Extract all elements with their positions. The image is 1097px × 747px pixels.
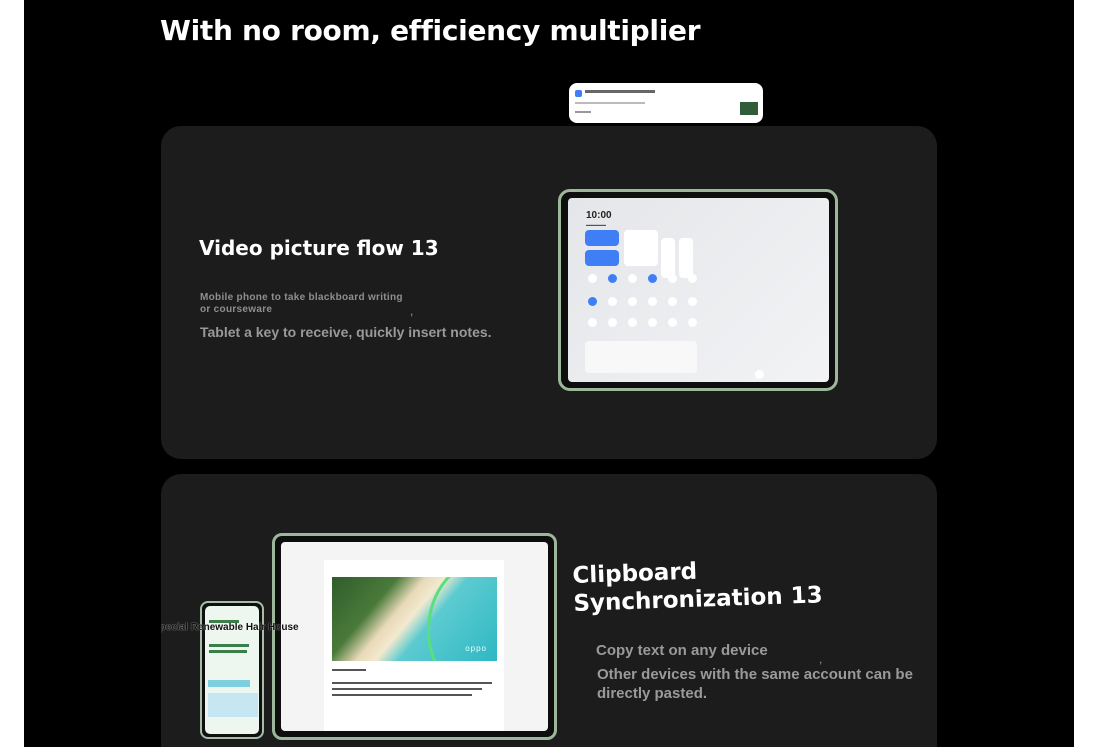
toggle-icon — [648, 318, 657, 327]
volume-slider — [679, 238, 693, 278]
app-icon — [575, 90, 582, 97]
toggle-icon — [608, 318, 617, 327]
feature-comma: , — [410, 304, 414, 318]
notification-thumbnail — [740, 102, 758, 115]
toggle-icon — [628, 297, 637, 306]
toggle-icon — [588, 318, 597, 327]
toggle-icon — [608, 274, 617, 283]
beach-photo: oppo — [332, 577, 497, 661]
feature-comma: , — [819, 652, 823, 666]
note-text-line — [332, 669, 366, 671]
page-canvas: With no room, efficiency multiplier Vide… — [24, 0, 1074, 747]
page-headline: With no room, efficiency multiplier — [160, 14, 701, 47]
feature-description-line2: Other devices with the same account can … — [597, 666, 913, 702]
feature-title: Clipboard Synchronization 13 — [572, 558, 824, 617]
photo-logo: oppo — [465, 644, 487, 653]
toggle-icon — [608, 297, 617, 306]
toggle-icon — [668, 297, 677, 306]
note-text-line — [332, 694, 472, 696]
notification-banner — [569, 83, 763, 123]
tablet-clock: 10:00 — [586, 210, 612, 221]
toggle-icon — [688, 297, 697, 306]
note-text-line — [332, 682, 492, 684]
toggle-icon — [588, 297, 597, 306]
feature-description: Tablet a key to receive, quickly insert … — [200, 324, 492, 340]
brightness-slider — [661, 238, 675, 278]
note-document: oppo — [324, 560, 504, 731]
overlap-label: Special Renewable Hair House — [161, 622, 299, 633]
feature-card-clipboard: Clipboard Synchronization 13 Copy text o… — [161, 474, 937, 747]
notification-text-line — [575, 102, 645, 104]
toggle-icon — [688, 318, 697, 327]
note-text-line — [332, 688, 482, 690]
media-tile — [624, 230, 658, 266]
wifi-tile — [585, 230, 619, 246]
device-list-panel — [585, 341, 697, 373]
toggle-icon — [648, 297, 657, 306]
feature-subtext: Mobile phone to take blackboard writing … — [200, 292, 403, 315]
toggle-icon — [668, 274, 677, 283]
feature-description-line1: Copy text on any device — [596, 642, 768, 659]
copied-text-highlight — [208, 680, 250, 687]
tablet-image: oppo — [272, 533, 557, 740]
tablet-notes-screen: oppo — [281, 542, 548, 731]
toggle-icon — [628, 274, 637, 283]
toggle-icon — [668, 318, 677, 327]
feature-title: Video picture flow 13 — [199, 236, 439, 260]
bluetooth-tile — [585, 250, 619, 266]
close-icon — [755, 370, 764, 379]
tablet-control-center: 10:00 ▬▬▬▬▬ — [568, 198, 829, 382]
notification-text-line — [575, 111, 591, 113]
toggle-icon — [688, 274, 697, 283]
toggle-icon — [588, 274, 597, 283]
toggle-icon — [648, 274, 657, 283]
toggle-icon — [628, 318, 637, 327]
clipboard-text-block — [208, 693, 258, 717]
notification-title-line — [585, 90, 655, 93]
tablet-date-line: ▬▬▬▬▬ — [586, 222, 606, 227]
tablet-image: 10:00 ▬▬▬▬▬ — [558, 189, 838, 391]
feature-card-video-flow: Video picture flow 13 Mobile phone to ta… — [161, 126, 937, 459]
